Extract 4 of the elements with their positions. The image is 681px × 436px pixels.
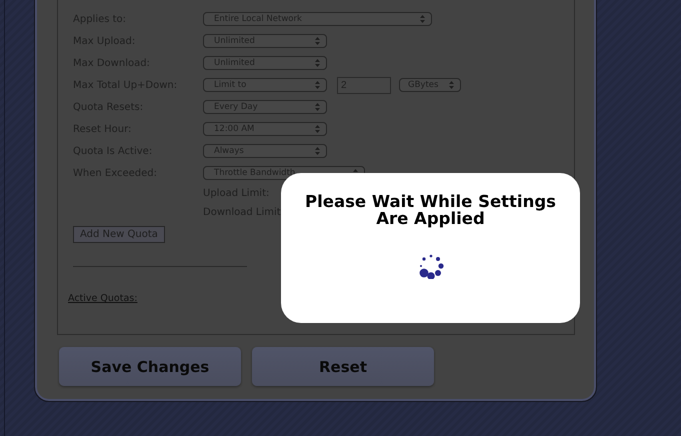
action-button[interactable]: Reset: [252, 347, 434, 386]
action-button[interactable]: Save Changes: [59, 347, 241, 386]
spinner-icon: [418, 253, 444, 279]
dialog-title: Please Wait While Settings Are Applied: [304, 194, 557, 227]
